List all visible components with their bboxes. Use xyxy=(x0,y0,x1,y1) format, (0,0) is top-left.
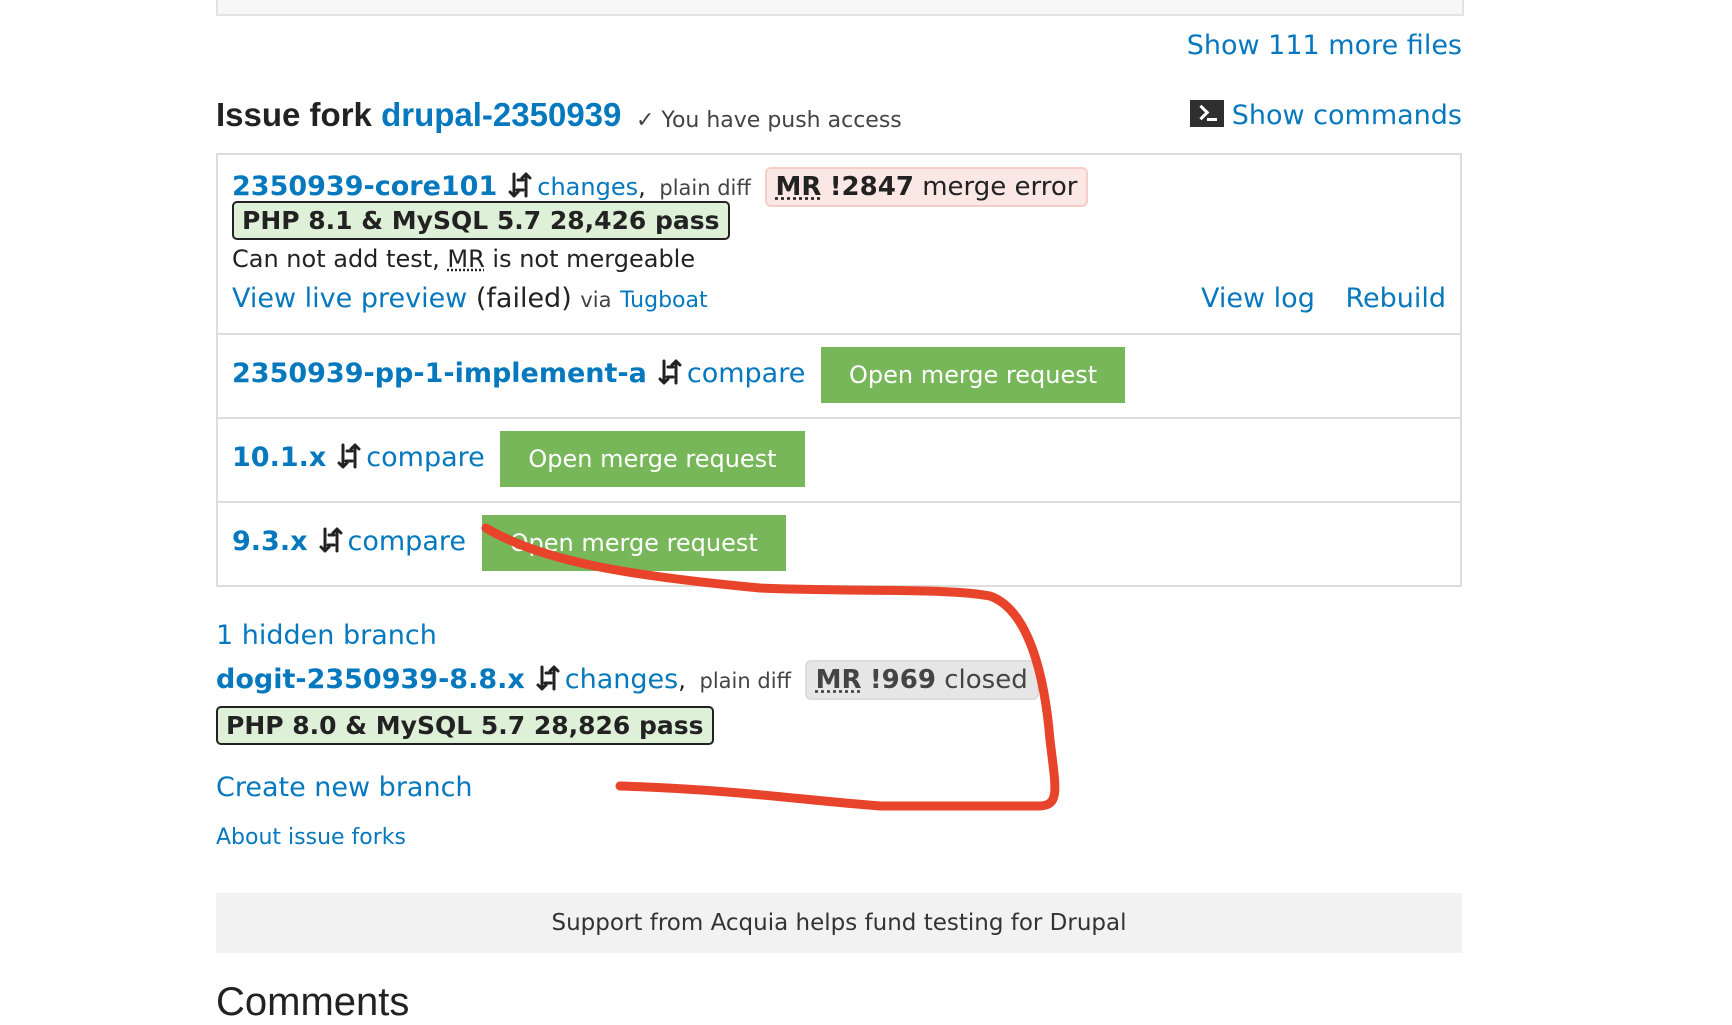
issue-fork-header: Issue fork drupal-2350939 ✓ You have pus… xyxy=(216,96,1462,144)
plain-diff-link[interactable]: plain diff xyxy=(659,176,751,200)
mr-status-text: closed xyxy=(944,665,1027,695)
open-merge-request-button[interactable]: Open merge request xyxy=(821,347,1125,403)
view-live-preview-link[interactable]: View live preview xyxy=(232,283,467,314)
branch-row: 2350939-pp-1-implement-a compare Open mer… xyxy=(218,333,1460,417)
rebuild-link[interactable]: Rebuild xyxy=(1345,283,1446,314)
branch-name-link[interactable]: 2350939-core101 xyxy=(232,171,497,202)
mergeable-note-end: is not mergeable xyxy=(485,245,695,273)
test-result-badge[interactable]: PHP 8.0 & MySQL 5.7 28,826 pass xyxy=(216,706,714,745)
comments-heading: Comments xyxy=(216,980,409,1025)
show-commands-label: Show commands xyxy=(1232,100,1462,131)
via-label: via xyxy=(580,288,611,312)
test-result-badge[interactable]: PHP 8.1 & MySQL 5.7 28,426 pass xyxy=(232,201,730,240)
branch-name-link[interactable]: 10.1.x xyxy=(232,442,326,473)
issue-fork-title-prefix: Issue fork xyxy=(216,96,381,133)
git-compare-icon xyxy=(336,442,362,470)
mr-status-badge[interactable]: MR !2847 merge error xyxy=(765,167,1089,207)
mr-number: !2847 xyxy=(830,172,914,202)
mergeable-note-abbr: MR xyxy=(447,245,484,273)
create-new-branch-link[interactable]: Create new branch xyxy=(216,772,473,803)
branch-list: 2350939-core101 changes, plain diff MR !2… xyxy=(216,153,1462,587)
issue-fork-name-link[interactable]: drupal-2350939 xyxy=(381,96,621,133)
changes-link[interactable]: changes xyxy=(565,664,678,695)
separator-comma: , xyxy=(638,173,646,201)
mergeable-note-start: Can not add test, xyxy=(232,245,447,273)
branch-row: 9.3.x compare Open merge request xyxy=(218,501,1460,585)
compare-link[interactable]: compare xyxy=(366,442,484,473)
show-commands-link[interactable]: Show commands xyxy=(1190,100,1462,131)
tugboat-link[interactable]: Tugboat xyxy=(620,288,708,313)
issue-fork-title: Issue fork drupal-2350939 xyxy=(216,96,621,134)
show-more-files-link[interactable]: Show 111 more files xyxy=(1187,30,1462,61)
view-log-link[interactable]: View log xyxy=(1201,283,1315,314)
git-compare-icon xyxy=(657,358,683,386)
mr-abbr: MR xyxy=(816,665,862,695)
branch-row: 2350939-core101 changes, plain diff MR !2… xyxy=(218,155,1460,333)
mr-status-badge[interactable]: MR !969 closed xyxy=(805,660,1039,700)
compare-link[interactable]: compare xyxy=(348,526,466,557)
git-compare-icon xyxy=(318,526,344,554)
compare-link[interactable]: compare xyxy=(687,358,805,389)
git-compare-icon xyxy=(535,664,561,692)
branch-row: 10.1.x compare Open merge request xyxy=(218,417,1460,501)
git-compare-icon xyxy=(507,171,533,199)
branch-name-link[interactable]: 2350939-pp-1-implement-a xyxy=(232,358,647,389)
preview-status: (failed) xyxy=(476,283,572,314)
open-merge-request-button[interactable]: Open merge request xyxy=(482,515,786,571)
hidden-branch-name-link[interactable]: dogit-2350939-8.8.x xyxy=(216,664,525,695)
mr-number: !969 xyxy=(870,665,936,695)
terminal-icon xyxy=(1190,100,1224,127)
push-access-status: ✓ You have push access xyxy=(636,108,902,133)
mr-status-text: merge error xyxy=(922,172,1077,202)
hidden-branch-toggle[interactable]: 1 hidden branch xyxy=(216,620,437,651)
support-banner: Support from Acquia helps fund testing f… xyxy=(216,893,1462,953)
separator-comma: , xyxy=(678,666,686,694)
branch-name-link[interactable]: 9.3.x xyxy=(232,526,308,557)
about-issue-forks-link[interactable]: About issue forks xyxy=(216,825,406,850)
file-list-end xyxy=(216,0,1464,16)
open-merge-request-button[interactable]: Open merge request xyxy=(500,431,804,487)
changes-link[interactable]: changes xyxy=(537,173,638,201)
plain-diff-link[interactable]: plain diff xyxy=(700,669,792,693)
mr-abbr: MR xyxy=(776,172,822,202)
